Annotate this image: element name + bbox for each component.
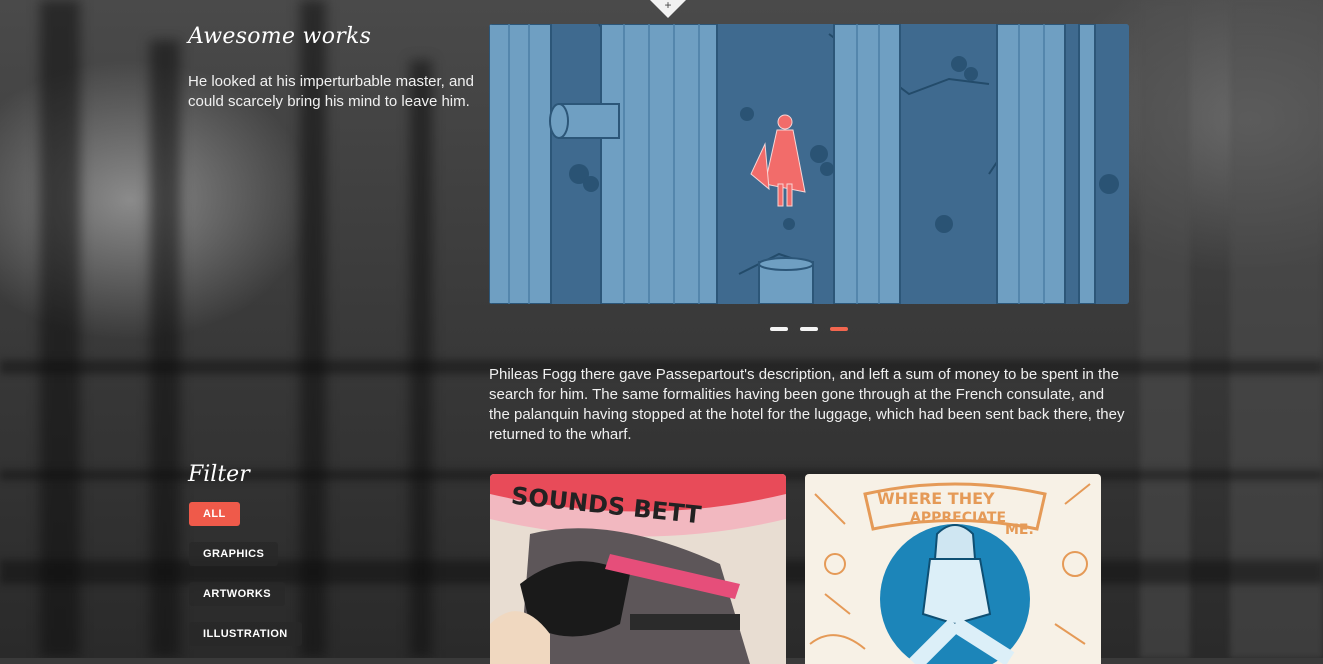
- filter-all-button[interactable]: ALL: [189, 502, 240, 526]
- slider-dot-3[interactable]: [830, 327, 848, 331]
- skater-poster-artwork: WHERE THEY APPRECIATE ME.: [805, 474, 1101, 664]
- portfolio-thumbnail-2[interactable]: WHERE THEY APPRECIATE ME.: [805, 474, 1101, 664]
- image-slider[interactable]: [489, 24, 1129, 304]
- intro-title: Awesome works: [188, 24, 372, 49]
- filter-artworks-button[interactable]: ARTWORKS: [189, 582, 285, 606]
- filter-illustration-button[interactable]: ILLUSTRATION: [189, 622, 302, 646]
- poster-lettering-line-3: ME.: [1005, 522, 1034, 538]
- filter-title: Filter: [188, 462, 250, 487]
- portfolio-thumbnail-1[interactable]: SOUNDS BETT: [490, 474, 786, 664]
- forest-illustration: [489, 24, 1129, 304]
- filter-graphics-button[interactable]: GRAPHICS: [189, 542, 279, 566]
- poster-lettering-line-1: WHERE THEY: [877, 489, 995, 508]
- slider-dot-2[interactable]: [800, 327, 818, 331]
- poster-lettering-line-2: APPRECIATE: [910, 510, 1006, 526]
- slider-pagination: [770, 327, 848, 331]
- punk-poster-artwork: SOUNDS BETT: [490, 474, 786, 664]
- intro-text: He looked at his imperturbable master, a…: [188, 73, 474, 110]
- description-text: Phileas Fogg there gave Passepartout's d…: [489, 366, 1125, 443]
- slider-dot-1[interactable]: [770, 327, 788, 331]
